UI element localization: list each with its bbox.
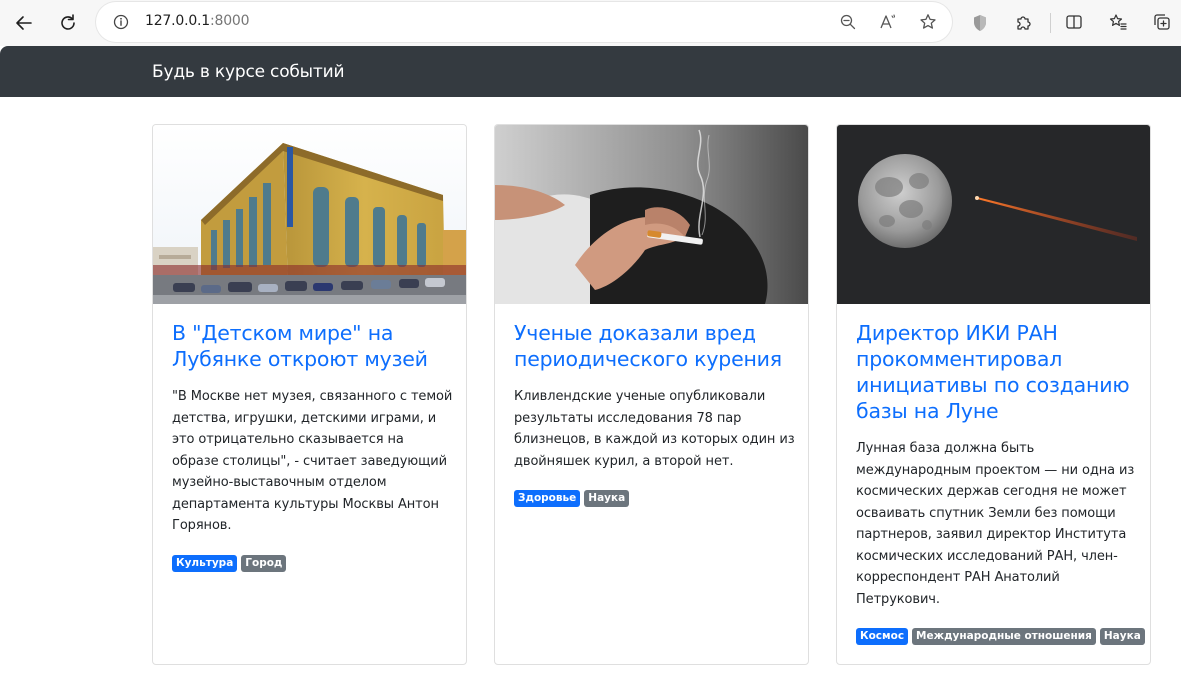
tag-list: Космос Международные отношения Наука	[856, 628, 1145, 645]
tag-badge-health[interactable]: Здоровье	[514, 490, 581, 507]
favorites-icon[interactable]	[1108, 12, 1128, 32]
article-title-link[interactable]: Ученые доказали вред периодического куре…	[514, 320, 796, 372]
back-button[interactable]	[10, 9, 38, 37]
article-summary: Лунная база должна быть международным пр…	[856, 441, 1135, 607]
card-image-smoking	[495, 125, 808, 304]
card-body: В "Детском мире" на Лубянке откроют музе…	[172, 320, 454, 572]
split-screen-icon[interactable]	[1064, 12, 1084, 32]
collections-icon[interactable]	[1152, 12, 1172, 32]
reload-button[interactable]	[54, 9, 82, 37]
tag-badge-science[interactable]: Наука	[584, 490, 630, 507]
card-body: Ученые доказали вред периодического куре…	[514, 320, 796, 507]
site-navbar: Будь в курсе событий	[0, 46, 1181, 97]
article-title-link[interactable]: В "Детском мире" на Лубянке откроют музе…	[172, 320, 454, 372]
zoom-out-icon[interactable]	[838, 12, 858, 32]
url-port: :8000	[210, 13, 250, 29]
news-card: Директор ИКИ РАН прокомментировал инициа…	[836, 124, 1151, 665]
read-aloud-icon[interactable]	[878, 12, 898, 32]
shield-icon[interactable]	[970, 13, 990, 33]
site-brand-link[interactable]: Будь в курсе событий	[152, 62, 345, 82]
tag-badge-space[interactable]: Космос	[856, 628, 909, 645]
article-summary: "В Москве нет музея, связанного с темой …	[172, 389, 453, 533]
tag-badge-science[interactable]: Наука	[1099, 628, 1145, 645]
tag-list: Здоровье Наука	[514, 490, 796, 507]
browser-toolbar: 127.0.0.1:8000	[0, 0, 1181, 46]
tag-badge-international-relations[interactable]: Международные отношения	[912, 628, 1096, 645]
tag-badge-city[interactable]: Город	[241, 554, 287, 572]
tag-badge-culture[interactable]: Культура	[172, 554, 238, 572]
card-image-building	[153, 125, 466, 304]
site-info-icon[interactable]	[112, 13, 130, 31]
news-card: В "Детском мире" на Лубянке откроют музе…	[152, 124, 467, 665]
tag-list: Культура Город	[172, 554, 454, 572]
news-card: Ученые доказали вред периодического куре…	[494, 124, 809, 665]
extensions-icon[interactable]	[1014, 12, 1034, 32]
back-arrow-icon	[16, 16, 32, 30]
card-image-moon	[837, 125, 1150, 304]
toolbar-separator	[1050, 13, 1051, 33]
reload-icon	[61, 14, 75, 30]
url-text[interactable]: 127.0.0.1:8000	[145, 13, 250, 29]
article-summary: Кливлендские ученые опубликовали результ…	[514, 389, 795, 469]
url-host: 127.0.0.1	[145, 13, 210, 29]
favorite-star-icon[interactable]	[918, 12, 938, 32]
address-bar[interactable]: 127.0.0.1:8000	[96, 2, 952, 42]
card-body: Директор ИКИ РАН прокомментировал инициа…	[856, 320, 1145, 645]
article-title-link[interactable]: Директор ИКИ РАН прокомментировал инициа…	[856, 320, 1138, 424]
